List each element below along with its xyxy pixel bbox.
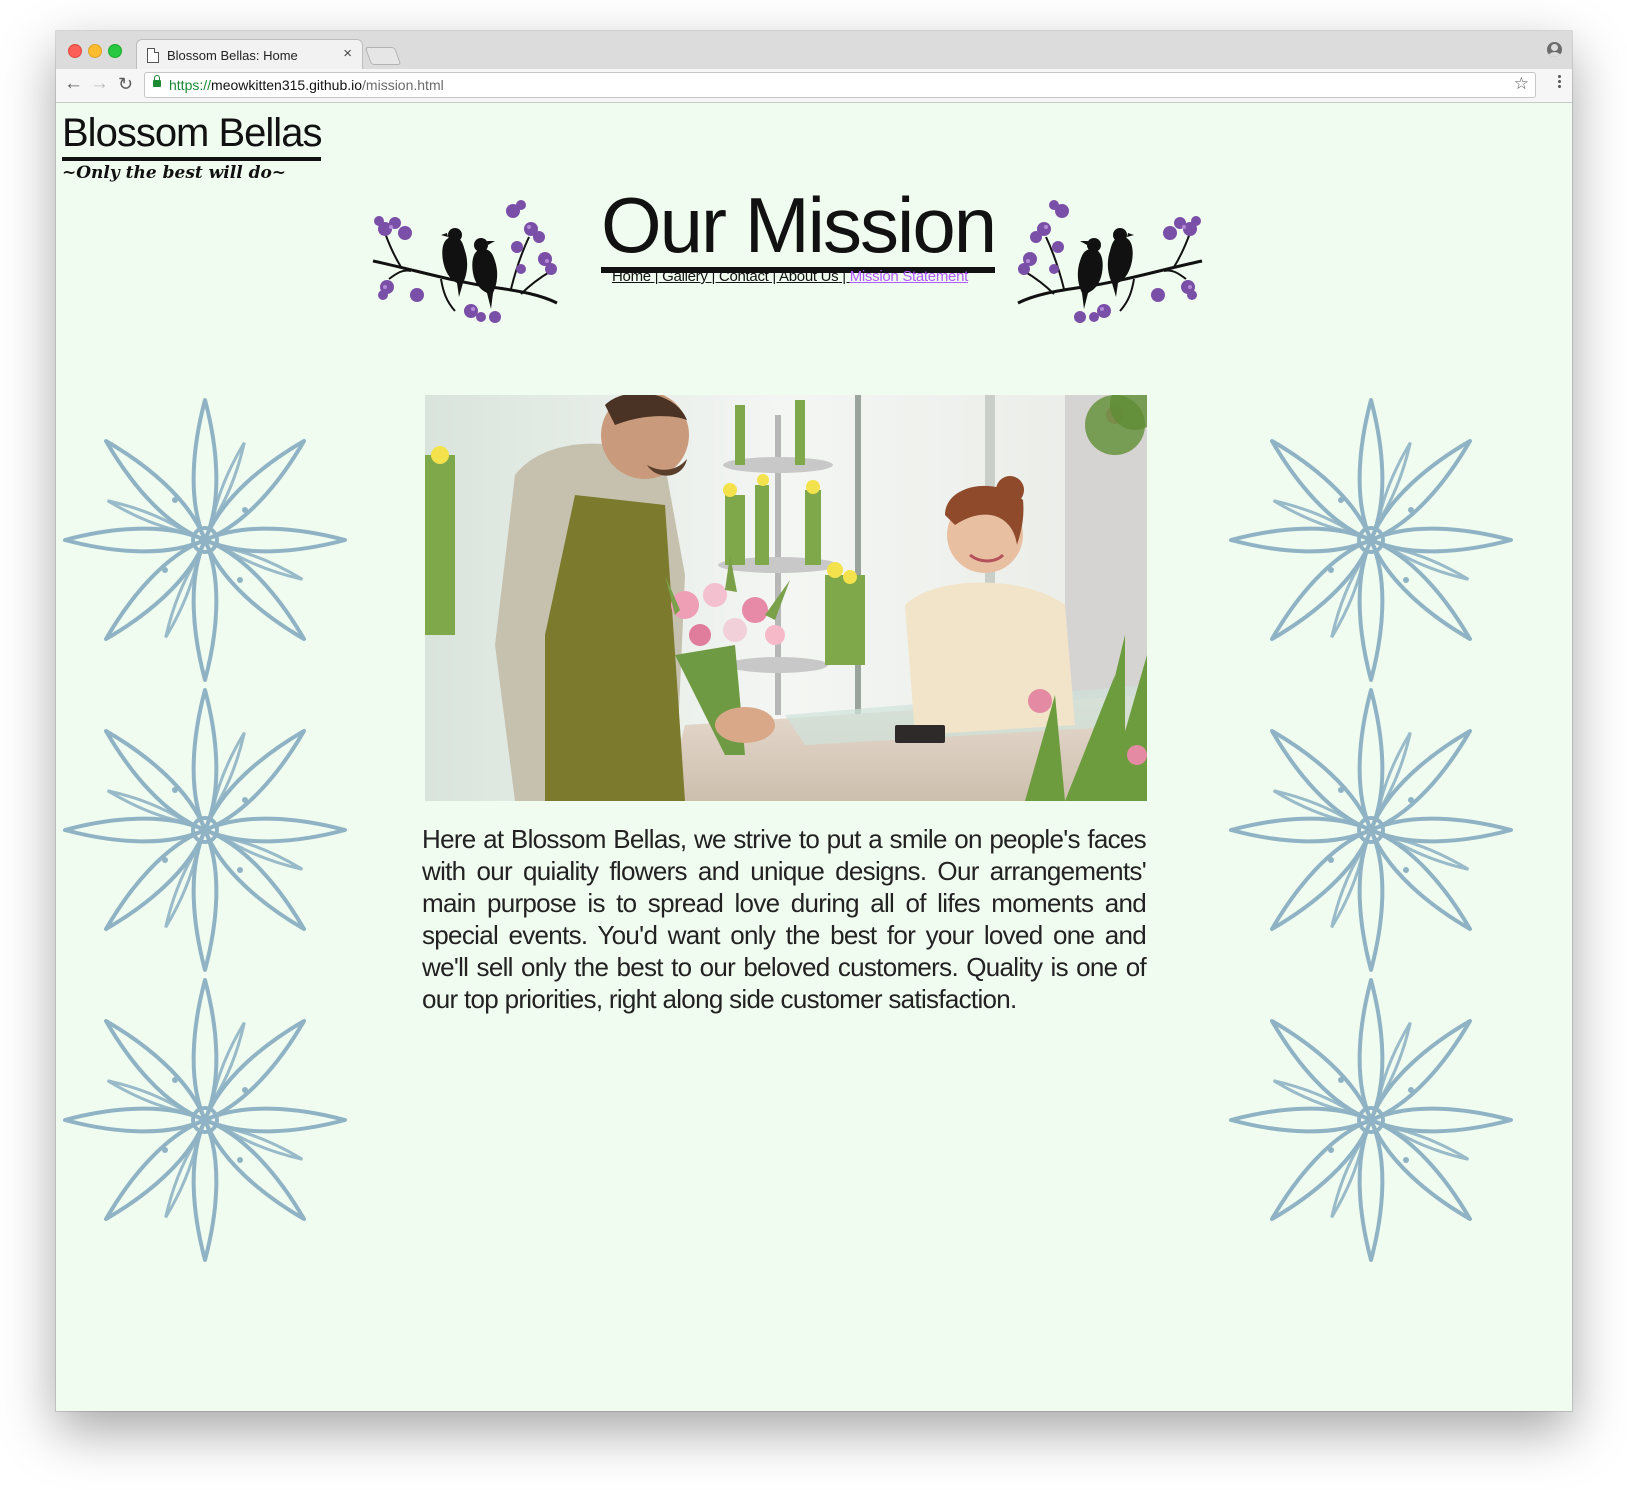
browser-window: Blossom Bellas: Home × ← → ↻ https://meo… bbox=[56, 31, 1572, 1411]
nav-separator: | bbox=[768, 268, 780, 285]
close-icon[interactable]: × bbox=[343, 45, 352, 62]
lily-flower-image bbox=[1228, 975, 1514, 1265]
nav-separator: | bbox=[650, 268, 663, 285]
birds-on-branch-image bbox=[372, 200, 558, 323]
lily-flower-image bbox=[62, 395, 348, 685]
nav-link-about[interactable]: About Us bbox=[779, 268, 839, 285]
document-icon bbox=[147, 48, 159, 63]
nav-link-contact[interactable]: Contact bbox=[719, 268, 769, 285]
brand-tagline: ~Only the best will do~ bbox=[62, 163, 287, 183]
menu-icon[interactable] bbox=[1558, 75, 1562, 90]
nav-separator: | bbox=[838, 268, 850, 285]
nav-link-home[interactable]: Home bbox=[612, 268, 651, 285]
birds-on-branch-image bbox=[1017, 200, 1203, 323]
close-window-icon[interactable] bbox=[68, 44, 82, 58]
brand-title[interactable]: Blossom Bellas bbox=[62, 111, 322, 161]
page-content: Blossom Bellas ~Only the best will do~ O… bbox=[56, 103, 1572, 1411]
reload-icon[interactable]: ↻ bbox=[118, 73, 133, 95]
browser-tab[interactable]: Blossom Bellas: Home × bbox=[136, 39, 363, 71]
url-scheme: https:// bbox=[169, 77, 212, 93]
lily-flower-image bbox=[62, 975, 348, 1265]
page-title: Our Mission bbox=[601, 185, 997, 273]
nav-separator: | bbox=[707, 268, 719, 285]
lily-flower-image bbox=[1228, 685, 1514, 975]
url-host: meowkitten315.github.io bbox=[211, 77, 363, 93]
url-text[interactable]: https://meowkitten315.github.io/mission.… bbox=[169, 77, 444, 93]
lily-flower-image bbox=[1228, 395, 1514, 685]
tab-title: Blossom Bellas: Home bbox=[167, 48, 298, 63]
minimize-window-icon[interactable] bbox=[88, 44, 102, 58]
florist-photo bbox=[425, 395, 1147, 801]
url-path: /mission.html bbox=[362, 77, 444, 93]
star-icon[interactable]: ☆ bbox=[1514, 74, 1529, 94]
tab-strip: Blossom Bellas: Home × bbox=[56, 31, 1572, 71]
new-tab-icon[interactable] bbox=[364, 47, 402, 65]
back-arrow-icon[interactable]: ← bbox=[64, 73, 83, 95]
nav-link-mission[interactable]: Mission Statement bbox=[850, 268, 969, 285]
profile-icon[interactable] bbox=[1547, 42, 1562, 57]
forward-arrow-icon[interactable]: → bbox=[90, 73, 109, 95]
site-nav: Home | Gallery | Contact | About Us | Mi… bbox=[612, 268, 968, 285]
mission-statement-text: Here at Blossom Bellas, we strive to put… bbox=[422, 824, 1147, 1014]
nav-link-gallery[interactable]: Gallery bbox=[662, 268, 708, 285]
lily-flower-image bbox=[62, 685, 348, 975]
browser-toolbar: ← → ↻ https://meowkitten315.github.io/mi… bbox=[56, 69, 1572, 103]
maximize-window-icon[interactable] bbox=[108, 44, 122, 58]
lock-icon bbox=[153, 75, 161, 87]
address-bar[interactable]: https://meowkitten315.github.io/mission.… bbox=[144, 72, 1536, 98]
